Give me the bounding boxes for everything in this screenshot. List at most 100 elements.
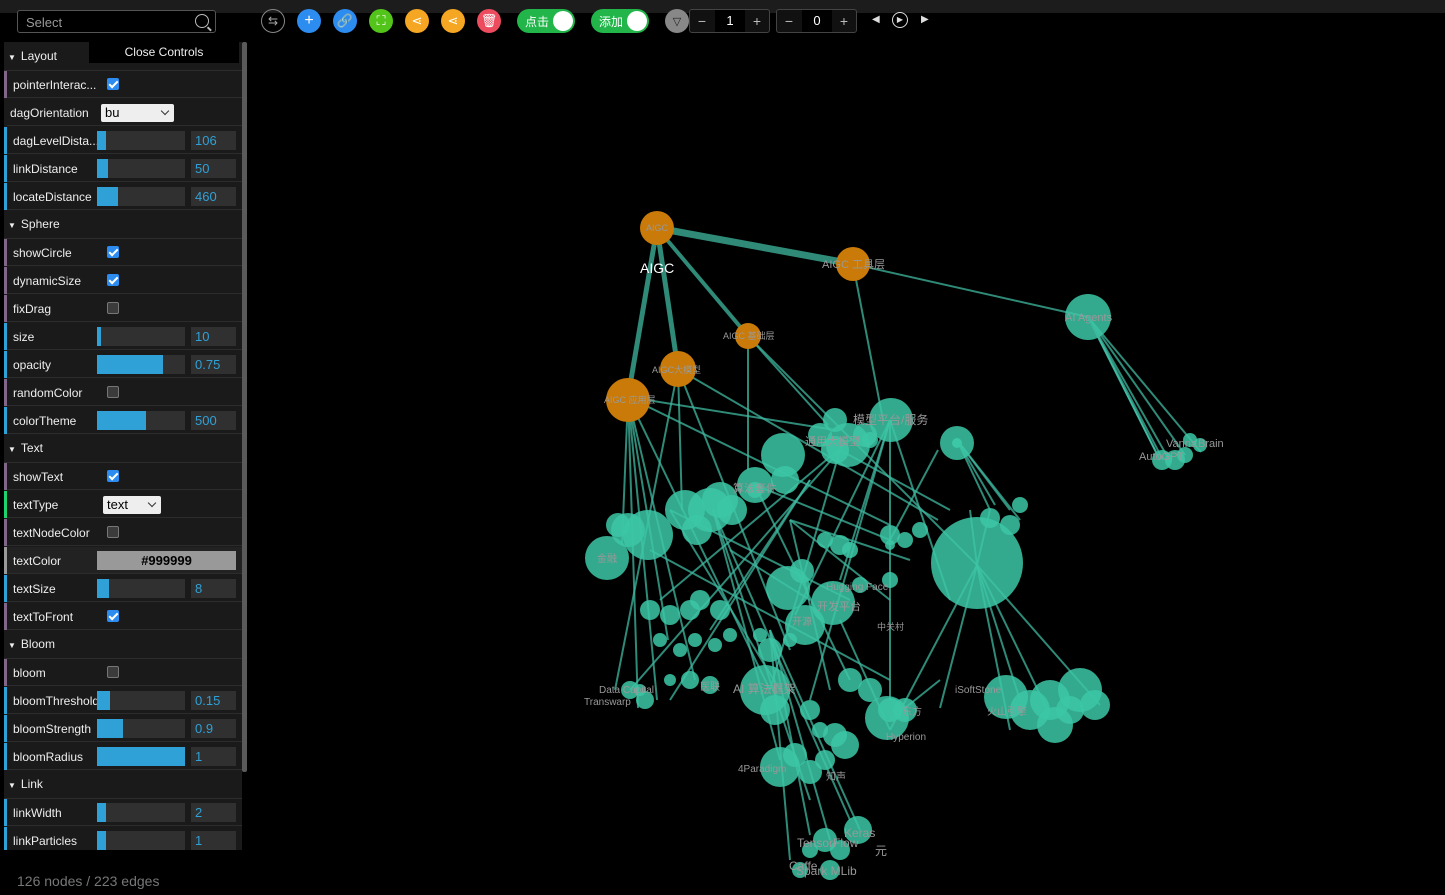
label-app-layer: AIGC 应用层 (604, 394, 656, 405)
row-random-color: randomColor (4, 379, 242, 406)
label-base-layer: AIGC 基础层 (723, 330, 775, 341)
controls-panel: Close Controls ▼ Layout pointerInterac...… (4, 42, 242, 850)
increment-button[interactable]: + (745, 10, 769, 32)
row-pointer-interaction: pointerInterac... (4, 71, 242, 98)
label-finance: 金融 (597, 552, 617, 565)
opacity-slider[interactable] (97, 355, 185, 374)
row-dag-orientation: dagOrientation bu (4, 99, 242, 126)
folder-sphere[interactable]: ▼ Sphere (4, 211, 242, 239)
caret-down-icon: ▼ (8, 53, 16, 62)
add-toggle[interactable]: 添加 (591, 9, 649, 33)
stepper-value[interactable]: 0 (802, 10, 832, 32)
label-hyperion: Hyperion (886, 732, 926, 743)
text-type-select[interactable]: text (103, 496, 161, 514)
text-size-slider[interactable] (97, 579, 185, 598)
folder-layout[interactable]: ▼ Layout (4, 43, 242, 71)
color-theme-input[interactable]: 500 (191, 411, 236, 430)
panel-scrollbar[interactable] (242, 42, 247, 772)
size-slider[interactable] (97, 327, 185, 346)
row-bloom-threshold: bloomThreshold 0.15 (4, 687, 242, 714)
caret-down-icon: ▼ (8, 221, 16, 230)
bloom-checkbox[interactable] (107, 666, 119, 678)
count-stepper[interactable]: − 0 + (776, 9, 857, 33)
label-isoftstone: iSoftStone (955, 685, 1002, 696)
bloom-radius-slider[interactable] (97, 747, 185, 766)
decrement-button[interactable]: − (777, 10, 801, 32)
row-label: textNodeColor (13, 526, 90, 540)
locate-distance-input[interactable]: 460 (191, 187, 236, 206)
label-zgc: 中关村 (877, 621, 904, 632)
toggle-knob (553, 11, 573, 31)
decrement-button[interactable]: − (690, 10, 714, 32)
link-distance-input[interactable]: 50 (191, 159, 236, 178)
link-distance-slider[interactable] (97, 159, 185, 178)
bloom-threshold-input[interactable]: 0.15 (191, 691, 236, 710)
link-width-slider[interactable] (97, 803, 185, 822)
show-circle-checkbox[interactable] (107, 246, 119, 258)
row-label: dagOrientation (10, 106, 89, 120)
dag-level-slider[interactable] (97, 131, 185, 150)
folder-text[interactable]: ▼ Text (4, 435, 242, 463)
next-icon[interactable]: ▶ (921, 14, 929, 25)
dag-level-input[interactable]: 106 (191, 131, 236, 150)
row-bloom: bloom (4, 659, 242, 686)
row-label: dynamicSize (13, 274, 82, 288)
text-color-input[interactable]: #999999 (97, 551, 236, 570)
locate-distance-slider[interactable] (97, 187, 185, 206)
label-huggingface: Hugging Face (826, 582, 889, 593)
play-icon[interactable]: ▶ (892, 12, 908, 28)
dynamic-size-checkbox[interactable] (107, 274, 119, 286)
bloom-radius-input[interactable]: 1 (191, 747, 236, 766)
search-input[interactable] (24, 14, 188, 31)
swap-icon-button[interactable]: ⇆ (261, 9, 285, 33)
bloom-strength-input[interactable]: 0.9 (191, 719, 236, 738)
label-big-model: AIGC大模型 (652, 364, 701, 375)
folder-title: Sphere (20, 217, 60, 231)
row-locate-distance: locateDistance 460 (4, 183, 242, 210)
bloom-threshold-slider[interactable] (97, 691, 185, 710)
pointer-checkbox[interactable] (107, 78, 119, 90)
row-text-color: textColor #999999 (4, 547, 242, 574)
click-toggle[interactable]: 点击 (517, 9, 575, 33)
fullscreen-icon-button[interactable]: ⛶ (369, 9, 393, 33)
text-to-front-checkbox[interactable] (107, 610, 119, 622)
row-label: colorTheme (13, 414, 77, 428)
share-icon-button[interactable]: ⋖ (405, 9, 429, 33)
caret-down-icon: ▼ (8, 445, 16, 454)
link-width-input[interactable]: 2 (191, 803, 236, 822)
folder-link[interactable]: ▼ Link (4, 771, 242, 799)
label-platform: 模型平台/服务 (853, 412, 928, 427)
stepper-value[interactable]: 1 (715, 10, 745, 32)
link-particles-input[interactable]: 1 (191, 831, 236, 850)
share-alt-icon-button[interactable]: ⋖ (441, 9, 465, 33)
prev-icon[interactable]: ◀ (872, 14, 880, 25)
dag-orientation-select[interactable]: bu (101, 104, 174, 122)
label-brain: Brain (1198, 438, 1224, 450)
click-toggle-label: 点击 (525, 15, 550, 29)
text-size-input[interactable]: 8 (191, 579, 236, 598)
folder-bloom[interactable]: ▼ Bloom (4, 631, 242, 659)
text-node-color-checkbox[interactable] (107, 526, 119, 538)
link-icon-button[interactable]: 🔗 (333, 9, 357, 33)
fix-drag-checkbox[interactable] (107, 302, 119, 314)
opacity-input[interactable]: 0.75 (191, 355, 236, 374)
delete-icon-button[interactable]: 🗑 (477, 9, 501, 33)
row-label: textColor (13, 554, 62, 568)
add-node-button[interactable]: + (297, 9, 321, 33)
bloom-strength-slider[interactable] (97, 719, 185, 738)
random-color-checkbox[interactable] (107, 386, 119, 398)
search-icon[interactable] (195, 14, 209, 28)
graph-canvas[interactable]: AIGC AIGC AIGC 工具层 AI Agents AIGC 基础层 AI… (250, 40, 1440, 880)
folder-title: Layout (20, 49, 57, 63)
depth-stepper[interactable]: − 1 + (689, 9, 770, 33)
filter-icon-button[interactable]: ▽ (665, 9, 689, 33)
row-label: bloom (13, 666, 46, 680)
color-theme-slider[interactable] (97, 411, 185, 430)
search-box[interactable] (17, 10, 216, 33)
label-tool-layer: AIGC 工具层 (822, 258, 885, 271)
link-particles-slider[interactable] (97, 831, 185, 850)
label-tensorflow: TensorFlow (797, 836, 859, 850)
size-input[interactable]: 10 (191, 327, 236, 346)
increment-button[interactable]: + (832, 10, 856, 32)
show-text-checkbox[interactable] (107, 470, 119, 482)
